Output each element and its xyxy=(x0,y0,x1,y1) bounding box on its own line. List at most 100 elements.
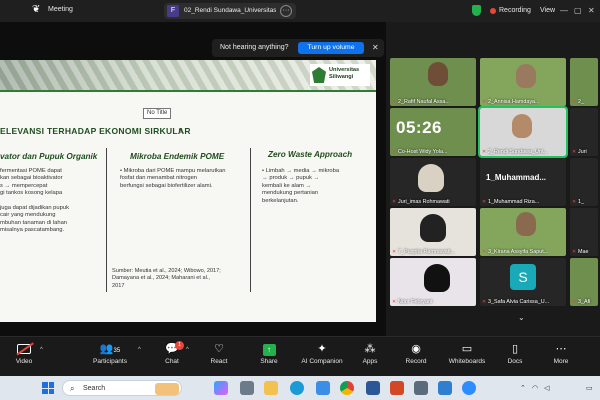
chat-label: Chat xyxy=(165,358,179,365)
copilot-icon[interactable] xyxy=(214,381,228,395)
participant-tile[interactable]: ✕ Juri xyxy=(570,108,598,156)
file-explorer-icon[interactable] xyxy=(264,381,278,395)
more-button[interactable]: ⋯ More xyxy=(550,341,572,365)
muted-mic-icon: ✕ xyxy=(572,299,577,305)
docs-icon: ▯ xyxy=(511,343,519,355)
settings-icon[interactable] xyxy=(414,381,428,395)
security-shield-icon[interactable] xyxy=(472,5,481,16)
slide-title: ELEVANSI TERHADAP EKONOMI SIRKULAR xyxy=(0,126,191,136)
whiteboards-button[interactable]: ▭ Whiteboards xyxy=(444,341,490,365)
video-caret-icon[interactable]: ^ xyxy=(40,347,43,353)
volume-icon[interactable]: ◁ xyxy=(544,384,549,392)
share-button[interactable]: ↑ Share xyxy=(256,341,282,365)
slide-text-line: cair yang mendukung xyxy=(0,212,56,219)
recording-dot-icon xyxy=(490,8,496,14)
more-options-icon[interactable]: ··· xyxy=(280,5,292,17)
apps-icon: ⁂ xyxy=(364,343,376,355)
photos-icon[interactable] xyxy=(438,381,452,395)
slide-text-line: Sumber: Meutia et al., 2024; Wibowo, 201… xyxy=(112,268,221,274)
windows-start-icon[interactable] xyxy=(42,382,54,394)
zoom-taskbar-icon[interactable] xyxy=(462,381,476,395)
react-label: React xyxy=(210,358,228,365)
participant-tile[interactable]: ✕ 3_Kirana Assyifa Saput... xyxy=(480,208,566,256)
battery-icon[interactable]: ▭ xyxy=(586,384,593,392)
participant-tile[interactable]: S ✕ 3_Safa Alvia Carissa_U... xyxy=(480,258,566,306)
edge-icon[interactable] xyxy=(290,381,304,395)
word-icon[interactable] xyxy=(366,381,380,395)
muted-mic-icon: ✕ xyxy=(572,149,577,155)
participant-tile[interactable]: 1_Muhammad... ✕ 1_Muhammad Riza... xyxy=(480,158,566,206)
taskbar-search-box[interactable]: ⌕ Search xyxy=(62,380,182,396)
participant-tile[interactable]: ✕ 2_ xyxy=(570,58,598,106)
slide-text-line: 2017 xyxy=(112,282,125,289)
participant-tile[interactable]: ✕ Juri_imas Rohmawati xyxy=(390,158,476,206)
participant-tile[interactable]: ✕ 2_Annisa Hamdaya... xyxy=(480,58,566,106)
recording-status[interactable]: Recording xyxy=(499,7,531,14)
store-icon[interactable] xyxy=(316,381,330,395)
participant-tile[interactable]: ✕ Noor Febryani xyxy=(390,258,476,306)
docs-button[interactable]: ▯ Docs xyxy=(504,341,526,365)
slide-text-line: fermentasi POME dapat xyxy=(0,168,62,174)
record-button[interactable]: ◉ Record xyxy=(402,341,430,365)
slide-text-line: mendukung pertanian xyxy=(262,190,319,197)
slide-text-line: • Limbah → media → mikroba xyxy=(262,168,340,174)
chat-caret-icon[interactable]: ^ xyxy=(186,347,189,353)
close-window-icon[interactable]: ✕ xyxy=(588,6,595,15)
participants-count: 35 xyxy=(113,348,121,354)
participant-tile[interactable]: ✕ 2_Rafif Naufal Assa... xyxy=(390,58,476,106)
participant-name: Noor Febryani xyxy=(398,299,433,305)
maximize-icon[interactable]: ▢ xyxy=(574,6,582,15)
muted-mic-icon: ✕ xyxy=(572,199,577,205)
participant-name: Juri xyxy=(578,149,587,155)
share-screen-icon: ↑ xyxy=(262,344,276,356)
participant-name: 3_Safa Alvia Carissa_U... xyxy=(488,299,550,305)
muted-mic-icon: ✕ xyxy=(392,249,397,255)
participant-tile[interactable]: ✕ 1_ xyxy=(570,158,598,206)
react-button[interactable]: ♡ React xyxy=(206,341,232,365)
video-button[interactable]: Video xyxy=(12,341,36,365)
avatar: S xyxy=(510,264,536,290)
close-notification-icon[interactable]: ✕ xyxy=(372,43,379,52)
slide-text-line: → produk → pupuk → xyxy=(262,175,320,182)
slide-text-line: misalnya pascatambang. xyxy=(0,227,65,234)
participant-name: Mae xyxy=(578,249,589,255)
minimize-icon[interactable]: — xyxy=(560,6,568,15)
muted-mic-icon: ✕ xyxy=(392,149,397,155)
apps-button[interactable]: ⁂ Apps xyxy=(358,341,382,365)
whiteboard-icon: ▭ xyxy=(461,343,473,355)
participants-caret-icon[interactable]: ^ xyxy=(138,347,141,353)
participant-name: Co-Host Widy Yola... xyxy=(398,149,448,155)
app-title: Meeting xyxy=(48,6,73,13)
windows-taskbar: ⌕ Search ⌃ ◠ ◁ ▭ xyxy=(0,376,600,400)
presentation-slide: Universitas Siliwangi No Title ↖ ELEVANS… xyxy=(0,60,376,322)
participant-name: 1_ xyxy=(578,199,584,205)
chrome-icon[interactable] xyxy=(340,381,354,395)
participant-tile[interactable]: ✕ 2_Rendi Sundawa_Uni... xyxy=(478,106,568,158)
participants-button[interactable]: 👥35 Participants xyxy=(90,341,130,365)
participant-tile[interactable]: ✕ 3_Afi xyxy=(570,258,598,306)
muted-mic-icon: ✕ xyxy=(482,249,487,255)
turn-up-volume-button[interactable]: Turn up volume xyxy=(298,42,364,54)
view-menu[interactable]: View xyxy=(540,7,555,14)
muted-mic-icon: ✕ xyxy=(482,99,487,105)
col3-body: • Limbah → media → mikroba → produk → pu… xyxy=(262,168,372,205)
participant-name: 2_Rendi Sundawa_Uni... xyxy=(488,149,548,155)
meeting-tab[interactable]: F 02_Rendi Sundawa_Universitas Sil ··· xyxy=(164,3,296,19)
participant-tile[interactable]: 05:26 ✕ Co-Host Widy Yola... xyxy=(390,108,476,156)
chat-button[interactable]: 💬 1 Chat xyxy=(160,341,184,365)
muted-mic-icon: ✕ xyxy=(482,149,487,155)
slide-text-line: juga dapat dijadikan pupuk xyxy=(0,205,69,212)
network-icon[interactable]: ◠ xyxy=(532,384,538,392)
muted-mic-icon: ✕ xyxy=(392,199,397,205)
participant-video xyxy=(424,264,450,292)
task-view-icon[interactable] xyxy=(240,381,254,395)
participants-icon: 👥35 xyxy=(99,343,121,355)
chevron-down-icon[interactable]: ⌄ xyxy=(518,313,525,322)
ai-companion-button[interactable]: ✦ AI Companion xyxy=(296,341,348,365)
participant-video xyxy=(420,214,446,242)
audio-notification: Not hearing anything? Turn up volume ✕ xyxy=(212,39,384,57)
powerpoint-icon[interactable] xyxy=(390,381,404,395)
participant-tile[interactable]: ✕ 7_Puspita Ramnawati... xyxy=(390,208,476,256)
participant-tile[interactable]: ✕ Mae xyxy=(570,208,598,256)
chevron-up-icon[interactable]: ⌃ xyxy=(520,384,526,392)
